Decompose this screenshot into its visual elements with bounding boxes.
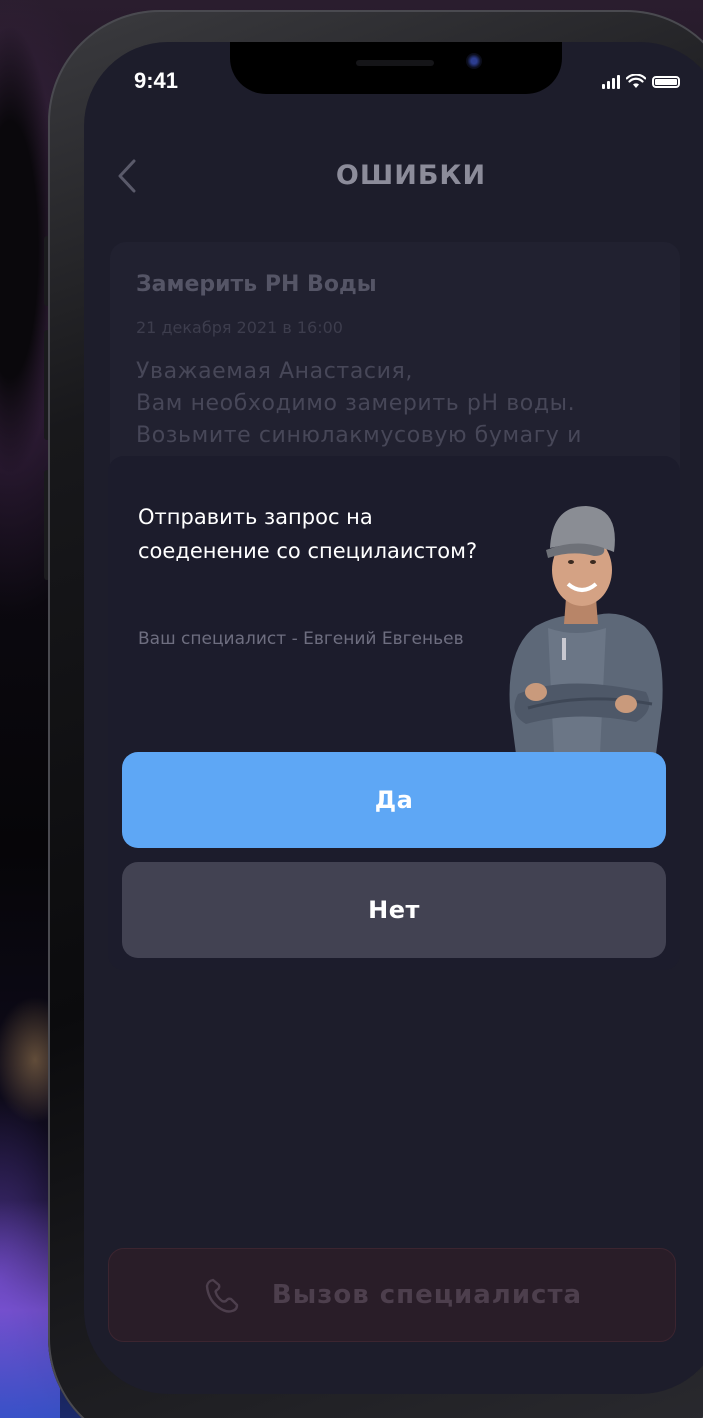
phone-screen: 9:41 ОШИБКИ Замерить РН Воды 21 декабря … [84,42,703,1394]
confirm-dialog: Отправить запрос на соеденение со специл… [108,456,680,970]
status-time: 9:41 [134,68,179,93]
page-title: ОШИБКИ [335,160,487,191]
status-icons [602,74,680,89]
dialog-question: Отправить запрос на соеденение со специл… [138,505,478,563]
wifi-icon [626,74,646,88]
battery-icon [652,75,680,88]
no-button[interactable]: Нет [122,862,666,958]
message-body: Уважаемая Анастасия, Вам необходимо заме… [136,359,582,448]
front-camera [466,53,482,69]
call-specialist-button[interactable]: Вызов специалиста [108,1248,676,1342]
speaker-grille [356,60,434,66]
specialist-name: Ваш специалист - Евгений Евгеньев [138,629,464,649]
call-specialist-label: Вызов специалиста [271,1280,583,1310]
message-title: Замерить РН Воды [136,272,377,297]
message-date: 21 декабря 2021 в 16:00 [136,318,343,337]
phone-notch [230,42,562,94]
phone-icon [205,1278,239,1313]
signal-icon [602,74,620,89]
specialist-photo [509,506,663,754]
yes-button[interactable]: Да [122,752,666,848]
background-photo: 9:41 ОШИБКИ Замерить РН Воды 21 декабря … [0,0,703,1418]
